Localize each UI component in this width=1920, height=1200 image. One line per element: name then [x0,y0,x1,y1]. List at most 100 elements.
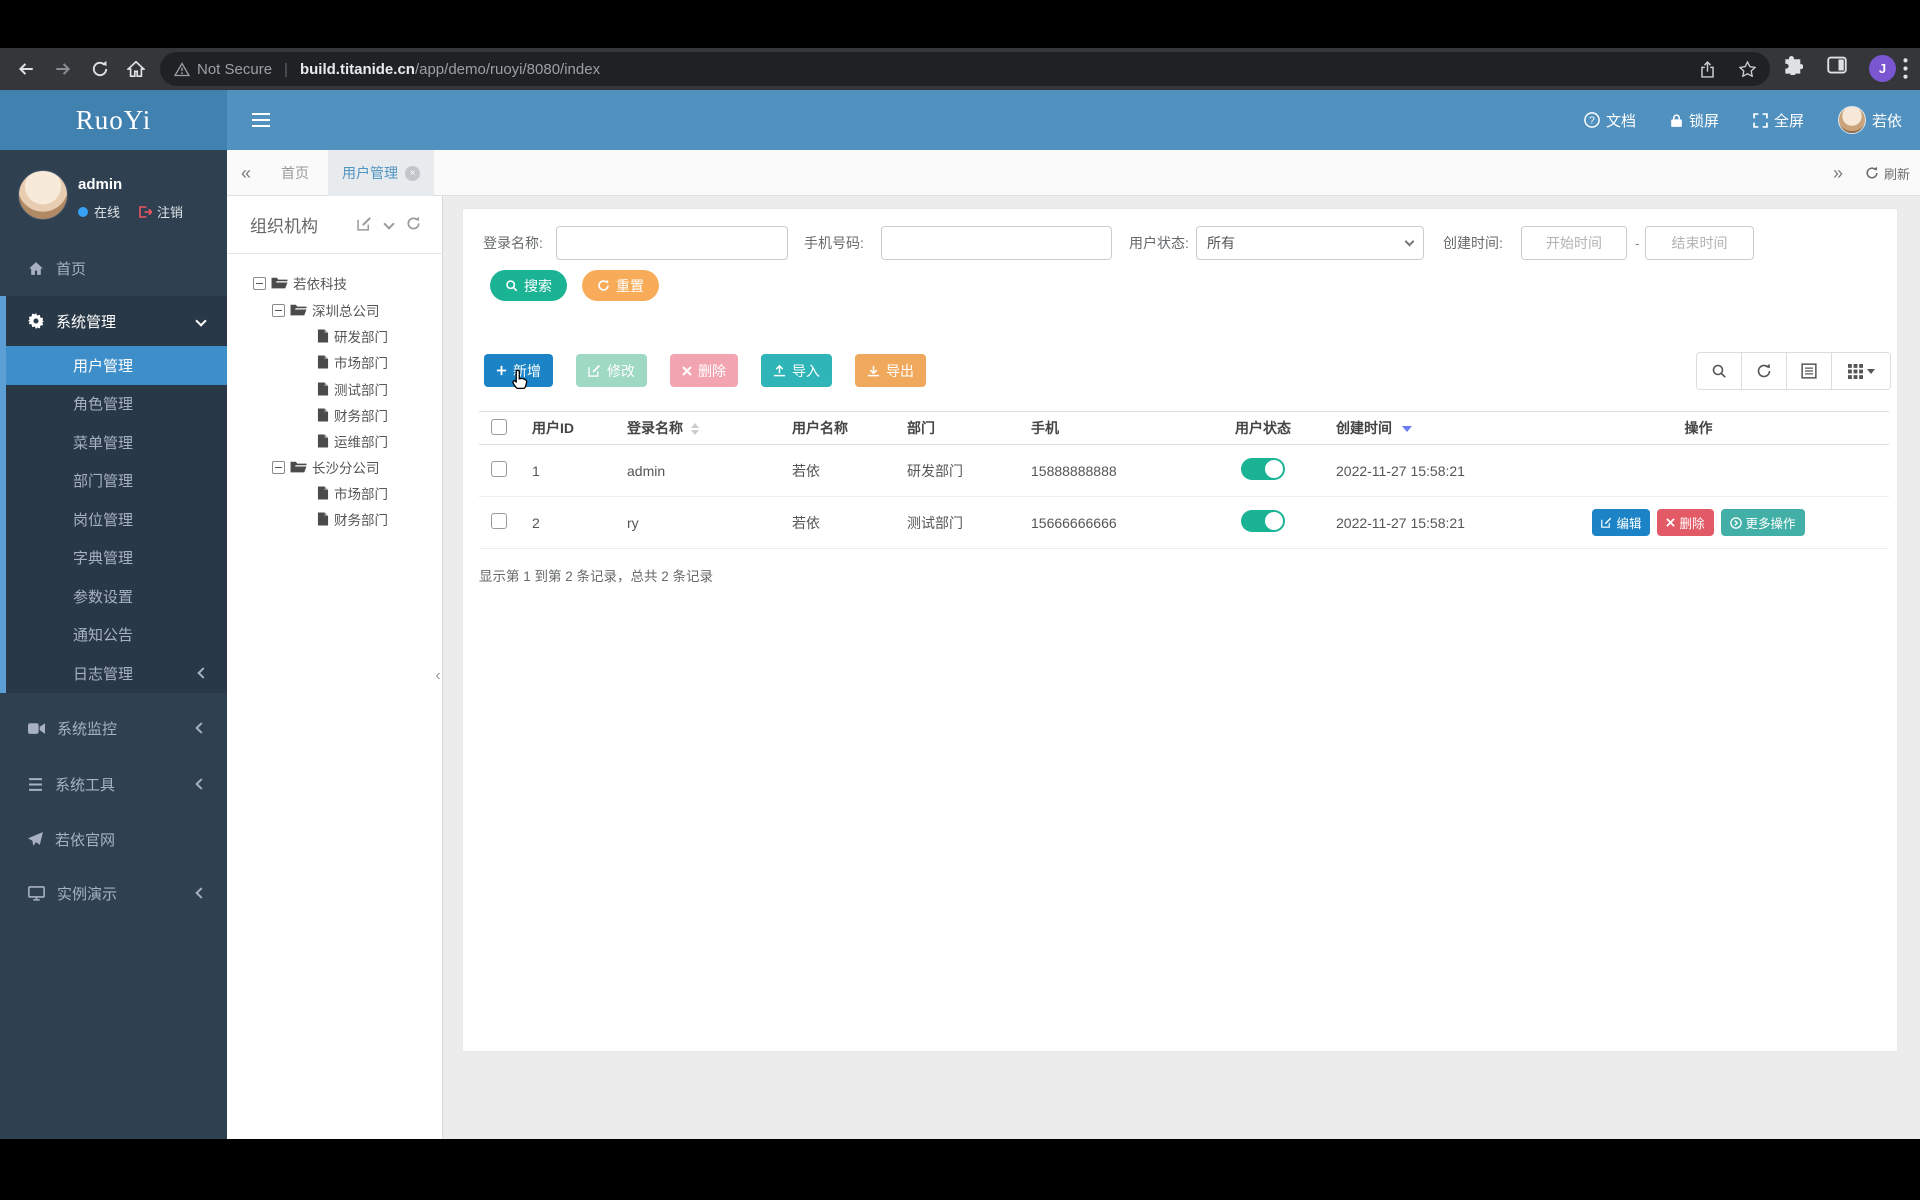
header-docs-link[interactable]: ? 文档 [1584,110,1636,131]
row-checkbox[interactable] [491,461,507,477]
table-detail-view-button[interactable] [1787,353,1832,389]
sidebar-item-dept-management[interactable]: 部门管理 [6,462,227,501]
modify-button[interactable]: 修改 [576,354,647,387]
tab-home[interactable]: 首页 [268,150,322,196]
grid-columns-icon [1847,363,1863,379]
tabs-scroll-left-button[interactable]: « [241,150,251,196]
tree-node[interactable]: 财务部门 [317,402,388,428]
header-user-menu[interactable]: 若依 [1837,106,1902,134]
side-panel-icon[interactable] [1827,56,1847,74]
edit-pencil-icon[interactable] [357,216,372,231]
cell-login-name: admin [614,444,779,497]
bookmark-star-icon[interactable] [1739,60,1756,77]
sidebar-item-role-management[interactable]: 角色管理 [6,385,227,424]
row-edit-button[interactable]: 编辑 [1592,509,1651,536]
tabs-scroll-right-button[interactable]: » [1833,163,1843,184]
browser-profile-avatar[interactable]: J [1869,55,1896,82]
header-lock-screen-button[interactable]: 锁屏 [1670,110,1719,131]
end-time-input[interactable] [1645,226,1754,260]
sidebar-item-home[interactable]: 首页 [0,246,227,290]
tab-close-icon[interactable]: × [405,165,420,181]
sidebar-item-user-management[interactable]: 用户管理 [6,346,227,385]
address-bar[interactable]: Not Secure | build.titanide.cn /app/demo… [160,52,1770,86]
phone-input[interactable] [881,226,1112,260]
browser-reload-button[interactable] [87,56,113,82]
tree-node-label: 深圳总公司 [312,304,380,319]
import-button[interactable]: 导入 [761,354,832,387]
search-button[interactable]: 搜索 [490,270,567,301]
export-button[interactable]: 导出 [855,354,926,387]
sidebar-item-menu-management[interactable]: 菜单管理 [6,423,227,462]
sidebar-toggle-button[interactable] [252,107,278,133]
tree-collapse-handle[interactable]: ‹ [431,658,445,694]
browser-forward-button[interactable] [50,56,76,82]
delete-button[interactable]: 删除 [670,354,738,387]
export-button-label: 导出 [886,362,914,379]
screen: Not Secure | build.titanide.cn /app/demo… [0,0,1920,1200]
sidebar-item-param-settings[interactable]: 参数设置 [6,577,227,616]
tree-node[interactable]: 研发部门 [317,323,388,349]
column-header-actions: 操作 [1508,411,1889,445]
tree-node[interactable]: 若依科技 [253,270,347,296]
sidebar-item-post-management[interactable]: 岗位管理 [6,500,227,539]
sidebar-item-notice[interactable]: 通知公告 [6,616,227,655]
browser-home-button[interactable] [123,56,149,82]
tree-node[interactable]: 市场部门 [317,480,388,506]
select-all-checkbox[interactable] [491,418,507,435]
chevron-down-icon[interactable] [383,218,395,230]
reset-button[interactable]: 重置 [582,270,659,301]
tree-node[interactable]: 运维部门 [317,428,388,454]
login-name-input[interactable] [556,226,788,260]
table-row[interactable]: 2 ry 若依 测试部门 15666666666 2022-11-27 15:5… [479,496,1889,549]
table-refresh-button[interactable] [1742,353,1787,389]
column-header-login-name[interactable]: 登录名称 [614,411,779,445]
sidebar-item-system-tools[interactable]: 系统工具 [0,762,227,806]
folder-icon [290,304,307,316]
row-delete-button[interactable]: 删除 [1657,509,1714,536]
tab-user-management[interactable]: 用户管理 × [328,150,434,196]
extensions-puzzle-icon[interactable] [1784,56,1803,75]
column-header-created[interactable]: 创建时间 [1323,411,1508,445]
sidebar-item-system-management[interactable]: 系统管理 [6,296,227,346]
file-icon [317,355,329,369]
login-name-label: 登录名称: [483,235,543,251]
browser-menu-dots-icon[interactable] [1903,58,1908,79]
sidebar-item-demo[interactable]: 实例演示 [0,871,227,915]
tree-node[interactable]: 财务部门 [317,506,388,532]
edit-pencil-icon [1601,517,1612,528]
tab-refresh-button[interactable]: 刷新 [1865,164,1910,183]
tree-node[interactable]: 深圳总公司 [272,297,380,323]
plus-icon [496,365,507,376]
status-toggle[interactable] [1241,458,1285,480]
tree-node[interactable]: 市场部门 [317,349,388,375]
header-fullscreen-button[interactable]: 全屏 [1753,110,1804,131]
start-time-input[interactable] [1521,226,1627,260]
sidebar-item-dict-management[interactable]: 字典管理 [6,539,227,578]
sidebar-item-log-management[interactable]: 日志管理 [6,654,227,693]
sidebar-user-avatar[interactable] [18,170,68,220]
sidebar-item-official-site[interactable]: 若依官网 [0,817,227,861]
status-toggle[interactable] [1241,510,1285,532]
tree-collapse-icon[interactable] [253,276,266,290]
row-checkbox[interactable] [491,513,507,529]
sort-icon [691,423,699,436]
table-row[interactable]: 1 admin 若依 研发部门 15888888888 2022-11-27 1… [479,444,1889,497]
logout-link[interactable]: 注销 [138,202,183,221]
row-more-actions-button[interactable]: 更多操作 [1720,509,1805,536]
browser-back-button[interactable] [13,56,39,82]
upload-icon [773,364,786,377]
tree-collapse-icon[interactable] [272,303,285,317]
table-search-toggle-button[interactable] [1697,353,1742,389]
share-icon[interactable] [1700,60,1715,78]
tree-collapse-icon[interactable] [272,460,285,474]
search-icon [1712,364,1726,378]
tree-node[interactable]: 长沙分公司 [272,454,380,480]
browser-toolbar: Not Secure | build.titanide.cn /app/demo… [0,48,1920,90]
sidebar-item-label: 若依官网 [55,831,116,849]
refresh-icon[interactable] [406,216,421,231]
tree-node[interactable]: 测试部门 [317,376,388,402]
table-columns-button[interactable] [1832,353,1890,389]
pagination-summary: 显示第 1 到第 2 条记录，总共 2 条记录 [479,569,714,584]
user-status-select[interactable]: 所有 [1196,226,1424,260]
sidebar-item-system-monitor[interactable]: 系统监控 [0,706,227,750]
